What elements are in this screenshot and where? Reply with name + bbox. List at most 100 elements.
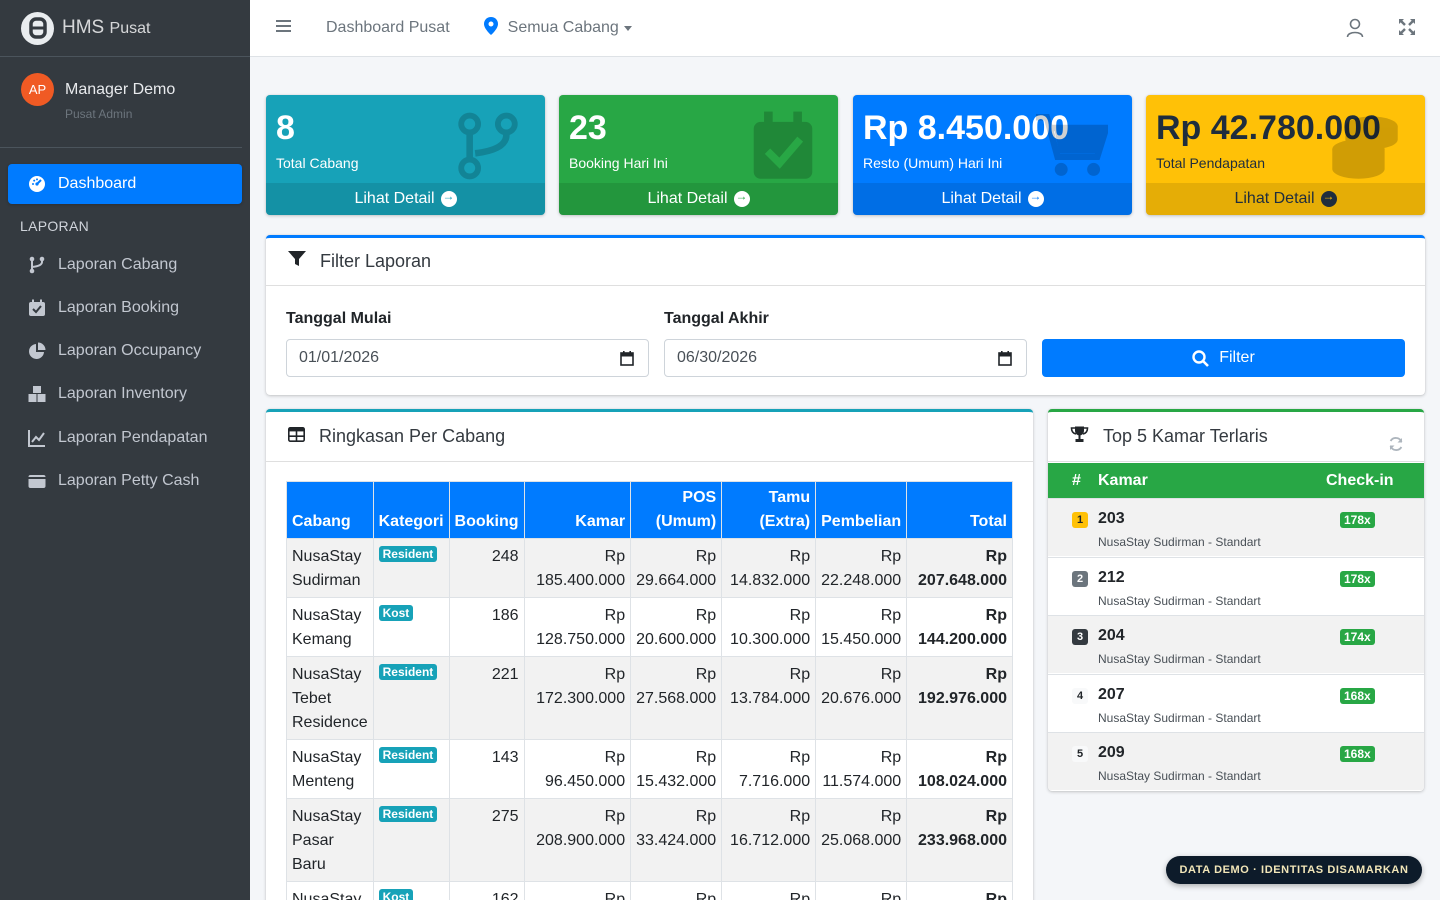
branch-select[interactable]: Semua Cabang <box>483 16 632 40</box>
calendar-check-icon <box>752 111 814 186</box>
sidebar-item-dashboard[interactable]: Dashboard <box>8 164 242 204</box>
stat-detail-label: Lihat Detail <box>1234 190 1315 207</box>
column-header-tamu[interactable]: Tamu (Extra) <box>721 481 817 539</box>
column-header-kategori[interactable]: Kategori <box>372 481 450 539</box>
room-branch: NusaStay Sudirman - Standart <box>1098 710 1261 725</box>
top5-card: Top 5 Kamar Terlaris # Kamar Check-in 1 2… <box>1048 409 1424 791</box>
cell-value: Rp 16.712.000 <box>730 808 811 849</box>
table-icon <box>288 426 305 447</box>
sidebar-item-label: Laporan Occupancy <box>58 342 202 359</box>
checkin-count-badge: 168x <box>1340 687 1375 704</box>
column-header-total[interactable]: Total <box>906 481 1013 539</box>
cell-cabang: NusaStay Sudirman <box>286 538 374 598</box>
end-date-input[interactable]: 06/30/2026 <box>664 339 1027 377</box>
cell-kamar: Rp 96.450.000 <box>523 739 632 799</box>
stat-detail-link[interactable]: Lihat Detail <box>559 183 838 215</box>
user-name[interactable]: Manager Demo <box>65 81 175 99</box>
column-header-pembelian[interactable]: Pembelian <box>815 481 908 539</box>
refresh-icon[interactable] <box>1388 436 1404 457</box>
cell-cabang: NusaStay Menteng <box>286 739 374 799</box>
cell-pembelian: Rp 11.574.000 <box>815 739 908 799</box>
cell-value: Rp 25.068.000 <box>821 808 902 849</box>
pie-chart-icon <box>28 342 46 360</box>
stat-detail-link[interactable]: Lihat Detail <box>1146 183 1425 215</box>
user-icon[interactable] <box>1346 18 1364 43</box>
brand[interactable]: HMS Pusat <box>0 0 250 57</box>
cell-kategori: Resident <box>372 656 450 740</box>
sidebar-item-laporan-cabang[interactable]: Laporan Cabang <box>8 245 242 285</box>
cell-value: Rp 10.300.000 <box>730 607 811 648</box>
sidebar-item-laporan-inventory[interactable]: Laporan Inventory <box>8 374 242 414</box>
column-header-kamar[interactable]: Kamar <box>523 481 632 539</box>
cell-value: 275 <box>491 808 519 825</box>
room-number: 204 <box>1098 627 1125 644</box>
cell-value: NusaStay <box>292 891 362 900</box>
cell-pos: Rp 15.432.000 <box>630 739 723 799</box>
checkin-count-badge: 174x <box>1340 629 1375 645</box>
table-row: NusaStay Pasar Baru Resident 275 Rp 208.900… <box>286 798 1013 882</box>
avatar[interactable]: AP <box>21 73 54 106</box>
topbar-title-link[interactable]: Dashboard Pusat <box>326 19 450 37</box>
filter-icon <box>288 251 306 272</box>
cell-value: Rp 15.450.000 <box>821 607 902 648</box>
cell-value: Rp 172.300.000 <box>536 666 626 707</box>
column-header-kamar: Kamar <box>1098 472 1148 489</box>
arrow-circle-right-icon <box>440 189 457 207</box>
stat-detail-label: Lihat Detail <box>941 190 1022 207</box>
stat-detail-link[interactable]: Lihat Detail <box>853 183 1132 215</box>
column-header-pos[interactable]: POS (Umum) <box>630 481 723 539</box>
stat-box-total-pendapatan: Rp 42.780.000 Total Pendapatan Lihat Det… <box>1146 95 1425 215</box>
cell-total: Rp 207.648.000 <box>906 538 1013 598</box>
room-branch: NusaStay Sudirman - Standart <box>1098 769 1261 783</box>
cell-total: Rp <box>906 881 1013 900</box>
user-panel: AP Manager Demo Pusat Admin <box>0 57 242 148</box>
hamburger-menu-icon[interactable] <box>276 19 292 38</box>
arrow-circle-right-icon <box>1320 189 1337 207</box>
sidebar-item-laporan-occupancy[interactable]: Laporan Occupancy <box>8 331 242 371</box>
map-marker-icon <box>483 16 498 40</box>
column-header-booking[interactable]: Booking <box>448 481 525 539</box>
start-date-input[interactable]: 01/01/2026 <box>286 339 649 377</box>
cell-total: Rp 108.024.000 <box>906 739 1013 799</box>
start-date-value: 01/01/2026 <box>299 349 380 366</box>
sidebar-item-laporan-booking[interactable]: Laporan Booking <box>8 288 242 328</box>
cell-value: Rp <box>695 891 717 900</box>
summary-table: Cabang Kategori Booking Kamar POS (Umum)… <box>286 481 1013 900</box>
cell-pos: Rp 20.600.000 <box>630 597 723 657</box>
summary-card: Ringkasan Per Cabang Cabang Kategori Boo… <box>266 409 1033 900</box>
cell-value: 162 <box>491 891 519 900</box>
rank-badge: 1 <box>1072 512 1088 528</box>
category-badge: Kost <box>378 605 414 621</box>
filter-button[interactable]: Filter <box>1042 339 1405 377</box>
cell-kamar: Rp <box>523 881 632 900</box>
top5-table-header: # Kamar Check-in <box>1048 463 1424 498</box>
cell-value: Rp 20.676.000 <box>821 666 902 707</box>
calendar-icon[interactable] <box>998 351 1012 371</box>
room-branch: NusaStay Sudirman - Standart <box>1098 593 1261 608</box>
calendar-icon[interactable] <box>620 351 634 371</box>
filter-card-header: Filter Laporan <box>266 238 1425 286</box>
sidebar-item-label: Laporan Cabang <box>58 256 178 273</box>
rank-badge: 4 <box>1072 687 1088 704</box>
cell-value: NusaStay Menteng <box>292 749 362 790</box>
cell-total: Rp 233.968.000 <box>906 798 1013 882</box>
room-branch: NusaStay Sudirman - Standart <box>1098 535 1261 549</box>
sidebar-item-laporan-petty-cash[interactable]: Laporan Petty Cash <box>8 461 242 501</box>
cell-booking: 221 <box>448 656 525 740</box>
column-header-cabang[interactable]: Cabang <box>286 481 374 539</box>
category-badge: Resident <box>378 806 438 822</box>
cell-pos: Rp 33.424.000 <box>630 798 723 882</box>
top5-card-header: Top 5 Kamar Terlaris <box>1048 412 1424 462</box>
sidebar-item-laporan-pendapatan[interactable]: Laporan Pendapatan <box>8 418 242 458</box>
cell-pembelian: Rp 20.676.000 <box>815 656 908 740</box>
sidebar: HMS Pusat AP Manager Demo Pusat Admin Da… <box>0 0 250 900</box>
column-header-rank: # <box>1072 472 1081 489</box>
fullscreen-icon[interactable] <box>1398 18 1416 43</box>
cell-value: Rp 128.750.000 <box>536 607 626 648</box>
stat-detail-link[interactable]: Lihat Detail <box>266 183 545 215</box>
stat-box-booking-hari-ini: 23 Booking Hari Ini Lihat Detail <box>559 95 838 215</box>
arrow-circle-right-icon <box>1027 189 1044 207</box>
cell-value: Rp 233.968.000 <box>918 808 1007 849</box>
cell-cabang: NusaStay Tebet Residence <box>286 656 374 740</box>
cell-value: NusaStay Tebet Residence <box>292 666 368 731</box>
